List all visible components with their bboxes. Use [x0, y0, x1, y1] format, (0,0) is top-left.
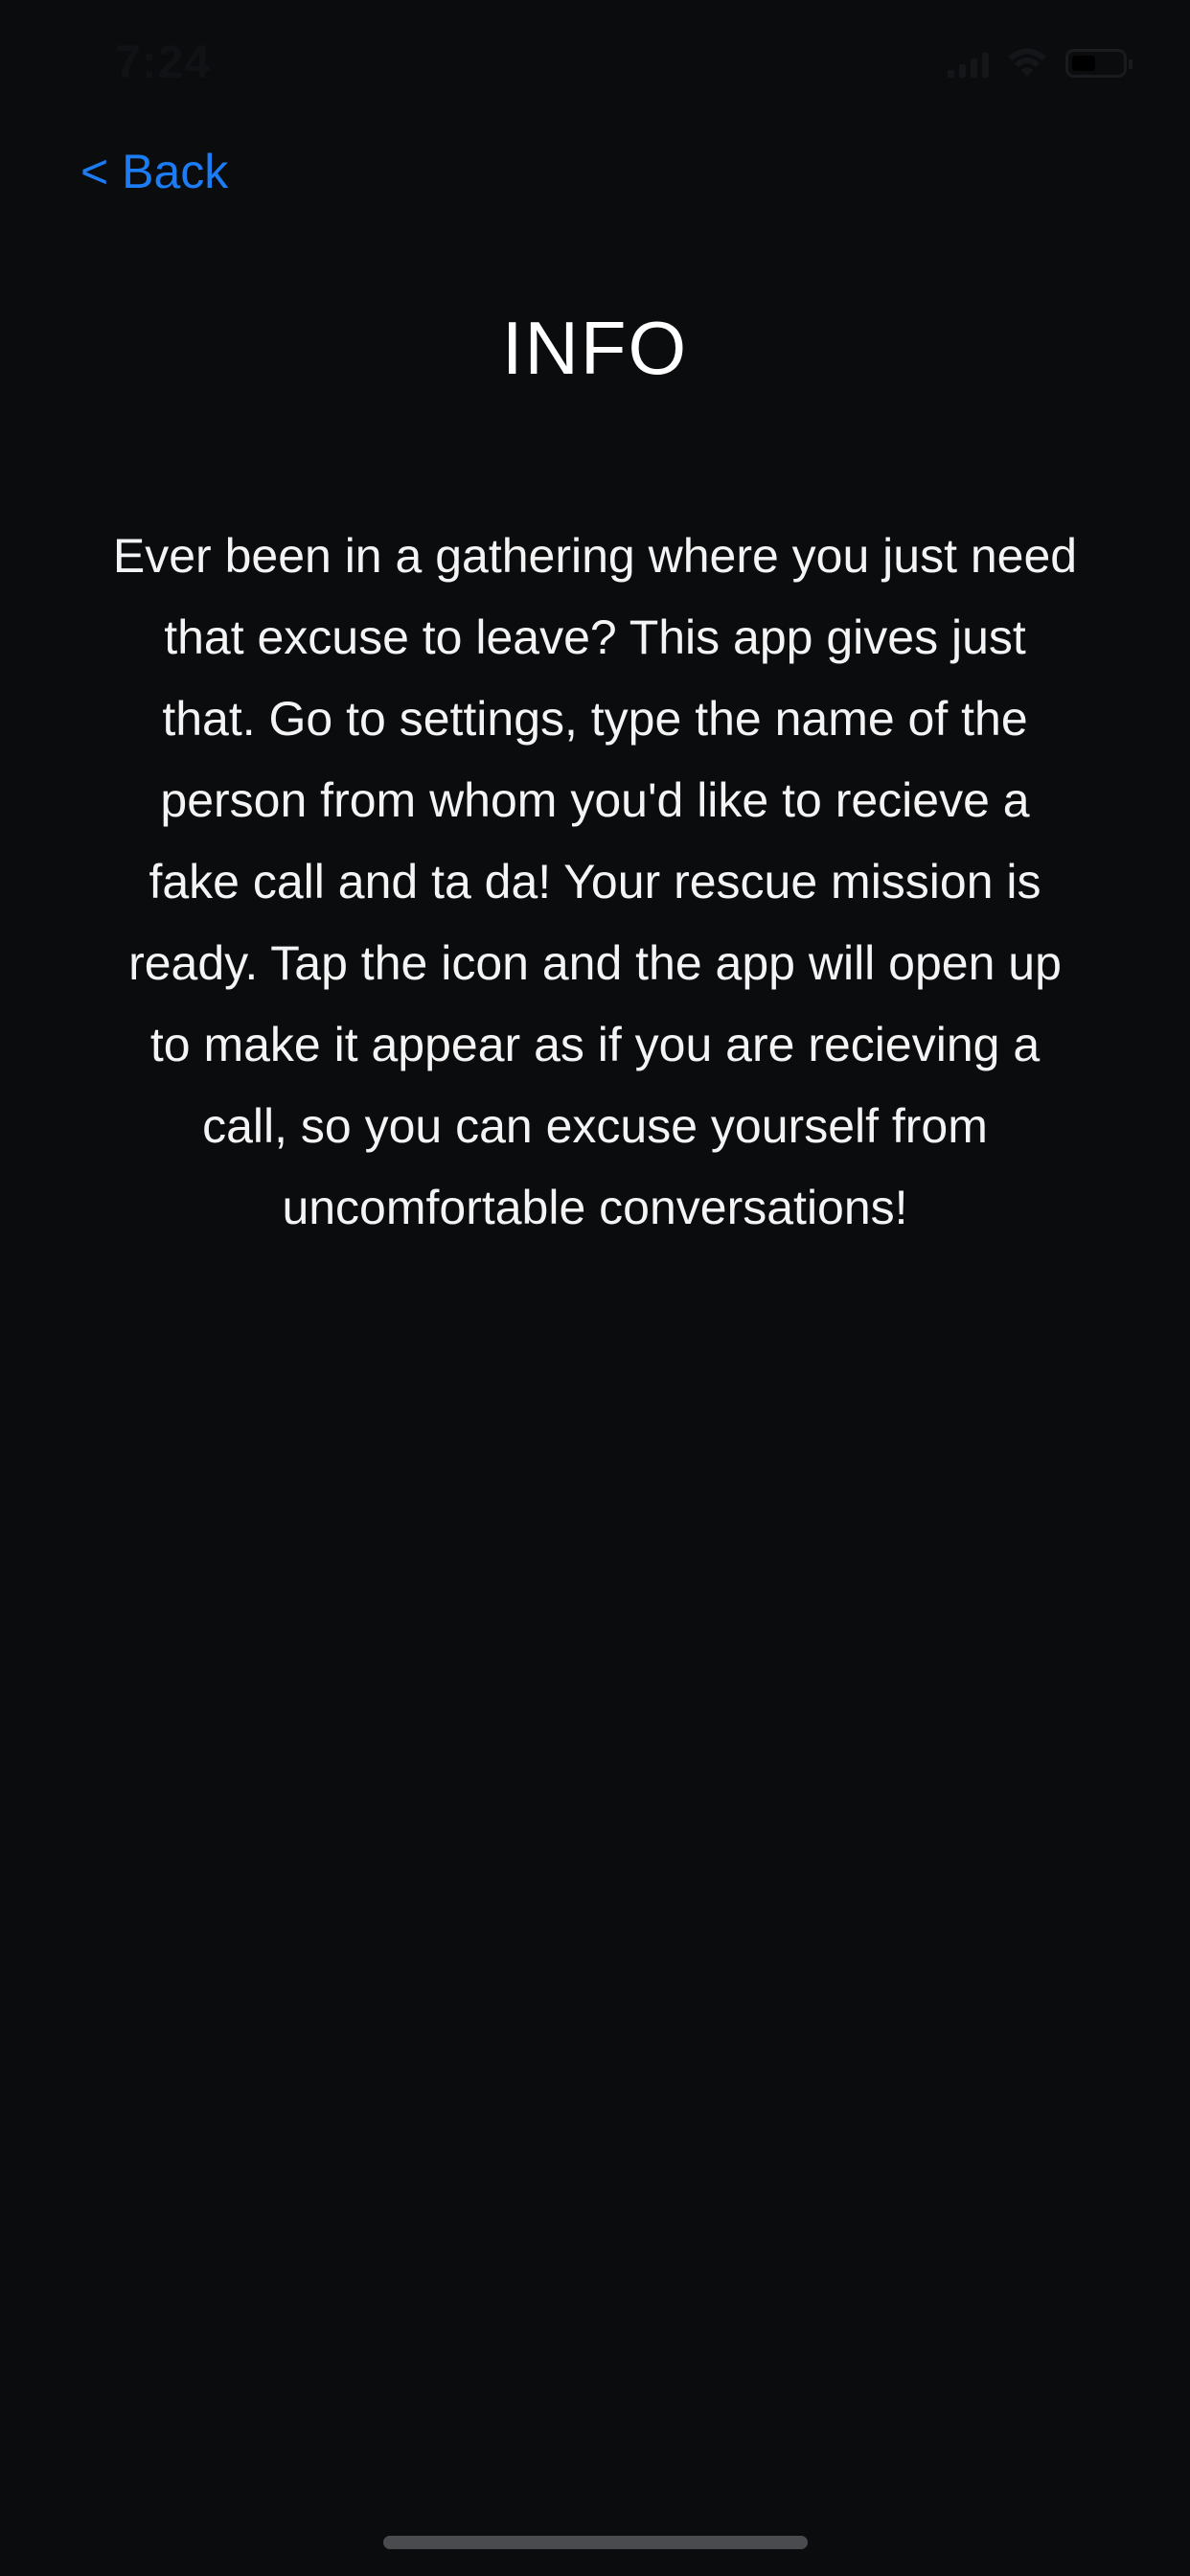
battery-cap [1129, 59, 1133, 69]
battery-level [1072, 56, 1095, 71]
page-title: INFO [501, 306, 689, 390]
wifi-icon [1006, 48, 1048, 79]
status-icons [948, 44, 1133, 82]
status-bar: 7:24 [0, 0, 1190, 129]
battery-icon [1065, 49, 1133, 78]
back-button[interactable]: < Back [80, 144, 228, 199]
signal-icon [948, 49, 989, 78]
home-indicator[interactable] [383, 2536, 808, 2549]
info-description: Ever been in a gathering where you just … [112, 529, 1078, 1234]
status-time: 7:24 [115, 37, 212, 88]
